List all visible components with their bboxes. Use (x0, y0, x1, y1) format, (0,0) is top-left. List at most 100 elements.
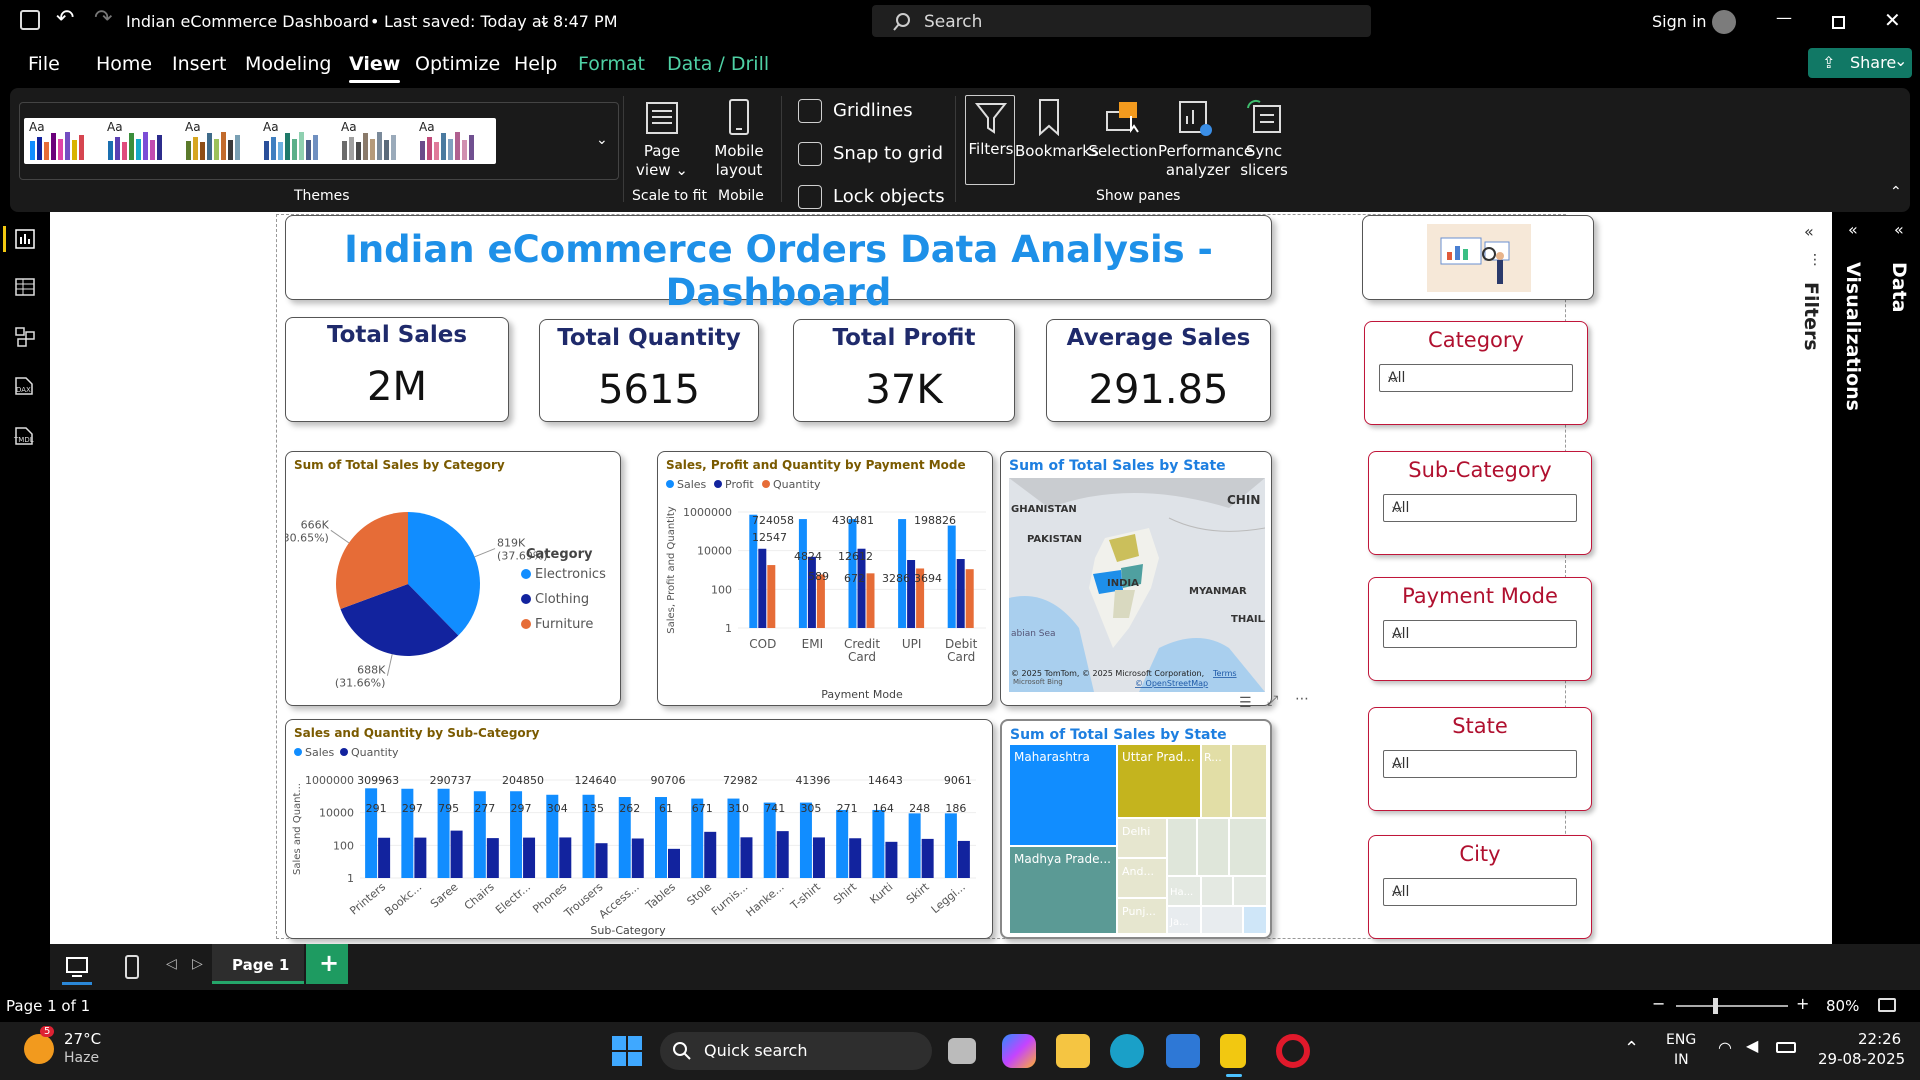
sign-in-link[interactable]: Sign in (1652, 12, 1707, 31)
microsoft-store-icon[interactable] (1166, 1034, 1200, 1068)
copilot-icon[interactable] (1002, 1034, 1036, 1068)
expand-data-icon[interactable]: « (1894, 220, 1904, 239)
expand-filters-icon[interactable]: « (1804, 222, 1814, 241)
treemap-cell[interactable] (1230, 819, 1266, 875)
clock-time[interactable]: 22:26 (1858, 1030, 1901, 1048)
task-view-icon[interactable] (948, 1038, 976, 1064)
dashboard-title-card[interactable]: Indian eCommerce Orders Data Analysis - … (285, 215, 1272, 314)
search-box[interactable]: Search (872, 5, 1371, 37)
edge-browser-icon[interactable] (1110, 1034, 1144, 1068)
kpi-card-average-sales[interactable]: Average Sales 291.85 (1046, 319, 1271, 422)
treemap-sales-by-state[interactable]: Sum of Total Sales by State Maharashtra … (1000, 719, 1272, 939)
treemap-cell[interactable] (1202, 907, 1242, 933)
kpi-card-total-quantity[interactable]: Total Quantity 5615 (539, 319, 759, 422)
visualizations-pane-label[interactable]: Visualizations (1842, 262, 1864, 411)
close-icon[interactable]: ✕ (1884, 8, 1901, 32)
clock-date[interactable]: 29-08-2025 (1818, 1050, 1905, 1068)
tmdl-view-icon[interactable]: TMDL (12, 424, 38, 448)
page-view-button[interactable]: Page view ⌄ (632, 142, 692, 180)
mobile-view-icon[interactable] (122, 954, 142, 980)
previous-page-icon[interactable]: ◁ (166, 956, 177, 972)
zoom-slider-track[interactable] (1676, 1005, 1788, 1007)
bookmarks-button[interactable]: Bookmarks (1015, 142, 1099, 161)
pie-chart-sales-by-category[interactable]: Sum of Total Sales by Category 819K (37.6… (285, 451, 621, 706)
page-tab-page-1[interactable]: Page 1 (212, 944, 304, 984)
map-osm-link[interactable]: © OpenStreetMap (1135, 679, 1208, 688)
language-primary[interactable]: ENG (1666, 1032, 1696, 1048)
treemap-cell[interactable] (1202, 877, 1232, 905)
slicer-sub-category[interactable]: Sub-Category All ⌵ (1368, 451, 1592, 555)
category-dropdown[interactable]: All ⌵ (1379, 364, 1573, 392)
theme-tile[interactable]: Aa (102, 118, 184, 164)
slicer-state[interactable]: State All ⌵ (1368, 707, 1592, 811)
windows-start-icon[interactable] (612, 1036, 642, 1066)
document-title[interactable]: Indian eCommerce Dashboard (126, 12, 369, 31)
map-sales-by-state[interactable]: Sum of Total Sales by State GHANISTAN PA… (1000, 451, 1272, 706)
filters-pane-label[interactable]: Filters (1800, 282, 1822, 351)
themes-expand-icon[interactable]: ⌄ (596, 132, 608, 148)
wifi-icon[interactable]: ◠ (1718, 1038, 1732, 1057)
theme-tile[interactable]: Aa (24, 118, 106, 164)
slicer-city[interactable]: City All ⌵ (1368, 835, 1592, 939)
kpi-card-total-profit[interactable]: Total Profit 37K (793, 319, 1015, 422)
temperature-text[interactable]: 27°C (64, 1030, 101, 1048)
data-pane-label[interactable]: Data (1888, 262, 1910, 313)
chevron-up-icon[interactable]: ⌃ (1624, 1038, 1639, 1059)
report-page[interactable]: Indian eCommerce Orders Data Analysis - … (276, 214, 1594, 939)
last-saved-text[interactable]: Last saved: Today at 8:47 PM (384, 12, 618, 31)
menu-view[interactable]: View (349, 53, 401, 83)
slicer-category[interactable]: Category All ⌵ (1364, 321, 1588, 425)
sync-slicers-button[interactable]: Sync slicers (1232, 142, 1296, 180)
menu-modeling[interactable]: Modeling (245, 53, 331, 75)
collapse-ribbon-icon[interactable]: ⌃ (1890, 184, 1902, 200)
share-button[interactable]: ⇪ Share ⌄ (1808, 48, 1912, 78)
snap-to-grid-checkbox[interactable] (798, 142, 822, 166)
treemap-plot[interactable]: Maharashtra Uttar Prad... R... Madhya Pr… (1010, 745, 1266, 933)
fit-to-page-icon[interactable] (1878, 998, 1896, 1012)
save-icon[interactable] (20, 10, 40, 30)
table-view-icon[interactable] (14, 276, 36, 298)
minimize-icon[interactable]: — (1776, 8, 1792, 27)
redo-icon[interactable]: ↷ (94, 6, 112, 31)
treemap-cell[interactable] (1232, 745, 1266, 817)
treemap-cell[interactable] (1244, 907, 1266, 933)
kpi-card-total-sales[interactable]: Total Sales 2M (285, 317, 509, 422)
opera-browser-icon[interactable] (1276, 1034, 1310, 1068)
zoom-out-icon[interactable]: − (1652, 994, 1665, 1013)
sub-category-dropdown[interactable]: All ⌵ (1383, 494, 1577, 522)
report-view-icon[interactable] (14, 228, 36, 250)
undo-icon[interactable]: ↶ (56, 6, 74, 31)
add-page-button[interactable]: + (306, 944, 348, 984)
model-view-icon[interactable] (14, 326, 36, 348)
taskbar-search-box[interactable]: Quick search (660, 1032, 932, 1070)
zoom-percent[interactable]: 80% (1826, 997, 1859, 1015)
state-dropdown[interactable]: All ⌵ (1383, 750, 1577, 778)
performance-analyzer-button[interactable]: Performance analyzer (1158, 142, 1253, 180)
menu-insert[interactable]: Insert (172, 53, 227, 75)
theme-tile[interactable]: Aa (258, 118, 340, 164)
report-canvas[interactable]: Indian eCommerce Orders Data Analysis - … (50, 212, 1790, 944)
theme-tile[interactable]: Aa (336, 118, 418, 164)
slicer-payment-mode[interactable]: Payment Mode All ⌵ (1368, 577, 1592, 681)
city-dropdown[interactable]: All ⌵ (1383, 878, 1577, 906)
india-map[interactable]: GHANISTAN PAKISTAN INDIA MYANMAR CHIN TH… (1009, 478, 1265, 692)
selection-button[interactable]: Selection (1088, 142, 1158, 161)
menu-format[interactable]: Format (578, 53, 645, 75)
menu-optimize[interactable]: Optimize (415, 53, 500, 75)
weather-icon[interactable] (24, 1034, 54, 1064)
bar-chart-by-sub-category[interactable]: Sales and Quantity by Sub-Category Sales… (285, 719, 993, 939)
payment-mode-dropdown[interactable]: All ⌵ (1383, 620, 1577, 648)
treemap-cell[interactable] (1234, 877, 1266, 905)
zoom-slider-thumb[interactable] (1713, 998, 1718, 1014)
restore-icon[interactable] (1832, 16, 1845, 29)
dax-query-view-icon[interactable]: DAX (12, 374, 38, 398)
logo-card[interactable] (1362, 215, 1594, 300)
weather-text[interactable]: Haze (64, 1050, 99, 1066)
menu-home[interactable]: Home (96, 53, 152, 75)
desktop-view-icon[interactable] (64, 954, 90, 980)
account-icon[interactable] (1712, 10, 1736, 34)
battery-icon[interactable] (1776, 1042, 1796, 1053)
more-options-icon[interactable]: ⋯ (1295, 691, 1309, 707)
filters-pane-button[interactable]: Filters (965, 95, 1015, 185)
gridlines-checkbox[interactable] (798, 99, 822, 123)
